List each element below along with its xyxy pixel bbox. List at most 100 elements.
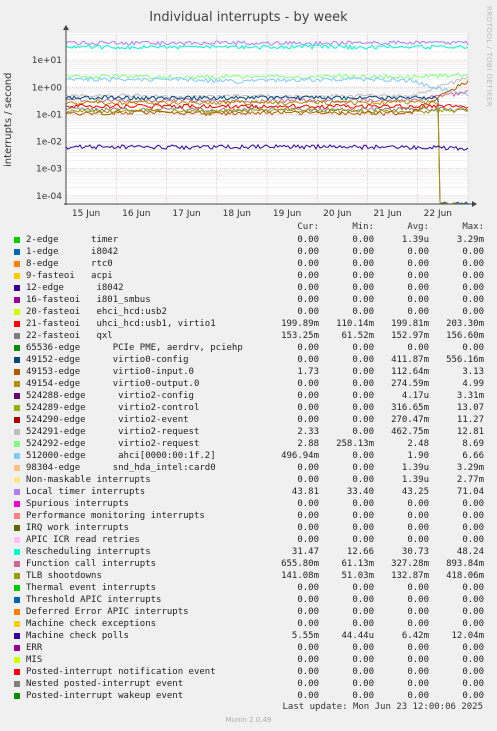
legend-swatch (14, 393, 20, 399)
y-tick-label: 1e+01 (32, 56, 62, 66)
legend-max: 3.29m (456, 235, 484, 245)
legend-cur: 0.00 (297, 391, 319, 401)
legend-cur: 0.00 (297, 655, 319, 665)
legend-cur: 0.00 (297, 511, 319, 521)
legend-cur: 0.00 (297, 403, 319, 413)
legend-swatch (14, 561, 20, 567)
legend-avg: 0.00 (407, 259, 429, 269)
legend-swatch (14, 369, 20, 375)
x-tick-label: 15 Jun (72, 209, 100, 219)
legend-cur: 0.00 (297, 271, 319, 281)
legend-swatch (14, 297, 20, 303)
legend-row: 524292-edge virtio2-request 2.88 258.13m 2.… (0, 438, 497, 450)
legend-cur: 655.80m (281, 559, 319, 569)
legend-cur: 2.33 (297, 427, 319, 437)
legend-min: 0.00 (352, 235, 374, 245)
legend-name: Posted-interrupt wakeup event (26, 691, 184, 701)
legend-name: Performance monitoring interrupts (26, 511, 205, 521)
legend-swatch (14, 693, 20, 699)
legend-name: Deferred Error APIC interrupts (26, 607, 189, 617)
legend-avg: 0.00 (407, 523, 429, 533)
legend-min: 0.00 (352, 523, 374, 533)
legend-name: 524290-edge virtio2-event (26, 415, 189, 425)
legend-swatch (14, 465, 20, 471)
legend-max: 2.77m (456, 475, 484, 485)
legend-swatch (14, 537, 20, 543)
legend-swatch (14, 333, 20, 339)
legend-row: 16-fasteoi i801_smbus 0.00 0.00 0.00 0.00 (0, 294, 497, 306)
legend-max: 0.00 (462, 499, 484, 509)
legend-cur: 0.00 (297, 379, 319, 389)
legend-min: 0.00 (352, 427, 374, 437)
legend-swatch (14, 609, 20, 615)
munin-version: Munin 2.0.49 (225, 716, 272, 724)
legend-row: Machine check polls 5.55m 44.44u 6.42m 12.04… (0, 630, 497, 642)
legend-swatch (14, 273, 20, 279)
legend-row: Non-maskable interrupts 0.00 0.00 1.39u 2.77… (0, 474, 497, 486)
legend-min: 0.00 (352, 307, 374, 317)
legend-name: 98304-edge snd_hda_intel:card0 (26, 463, 216, 473)
legend-name: 65536-edge PCIe PME, aerdrv, pciehp (26, 343, 243, 353)
legend-name: 49154-edge virtio0-output.0 (26, 379, 200, 389)
legend-cur: 0.00 (297, 523, 319, 533)
x-tick-label: 20 Jun (323, 209, 351, 219)
legend-avg: 411.87m (391, 355, 429, 365)
legend-name: 21-fasteoi uhci_hcd:usb1, virtio1 (26, 319, 216, 329)
legend-cur: 0.00 (297, 235, 319, 245)
legend-name: 512000-edge ahci[0000:00:1f.2] (26, 451, 216, 461)
legend-row: 49154-edge virtio0-output.0 0.00 0.00 274.5… (0, 378, 497, 390)
legend-name: 524291-edge virtio2-request (26, 427, 200, 437)
legend-avg: 0.00 (407, 679, 429, 689)
legend-min: 0.00 (352, 475, 374, 485)
legend-max: 0.00 (462, 607, 484, 617)
legend-name: 12-edge i8042 (26, 283, 124, 293)
legend-max: 556.16m (446, 355, 484, 365)
legend-row: 524288-edge virtio2-config 0.00 0.00 4.17u 3… (0, 390, 497, 402)
legend-row: 65536-edge PCIe PME, aerdrv, pciehp 0.00 0… (0, 342, 497, 354)
legend-cur: 496.94m (281, 451, 319, 461)
legend-row: 9-fasteoi acpi 0.00 0.00 0.00 0.00 (0, 270, 497, 282)
legend-swatch (14, 405, 20, 411)
legend-cur: 141.08m (281, 571, 319, 581)
legend-cur: 0.00 (297, 499, 319, 509)
legend-row: 21-fasteoi uhci_hcd:usb1, virtio1 199.89m… (0, 318, 497, 330)
legend-row: TLB shootdowns 141.08m 51.03m 132.87m 418.06… (0, 570, 497, 582)
legend-max: 0.00 (462, 343, 484, 353)
legend-avg: 0.00 (407, 607, 429, 617)
legend-min: 0.00 (352, 367, 374, 377)
legend-row: Posted-interrupt wakeup event 0.00 0.00 0.0… (0, 690, 497, 702)
legend-avg: 0.00 (407, 535, 429, 545)
legend-max: 48.24 (456, 547, 484, 557)
legend-row: 49153-edge virtio0-input.0 1.73 0.00 112.64… (0, 366, 497, 378)
legend-swatch (14, 417, 20, 423)
legend-min: 0.00 (352, 259, 374, 269)
legend-swatch (14, 285, 20, 291)
legend-row: 98304-edge snd_hda_intel:card0 0.00 0.00 1.… (0, 462, 497, 474)
y-axis-arrow (63, 25, 69, 30)
legend-max: 0.00 (462, 511, 484, 521)
legend-min: 0.00 (352, 247, 374, 257)
legend-swatch (14, 597, 20, 603)
header-avg: Avg: (407, 222, 429, 232)
legend-cur: 199.89m (281, 319, 319, 329)
legend-name: Thermal event interrupts (26, 583, 157, 593)
legend-min: 0.00 (352, 391, 374, 401)
legend-max: 0.00 (462, 283, 484, 293)
legend-row: 20-fasteoi ehci_hcd:usb2 0.00 0.00 0.00 0.00 (0, 306, 497, 318)
legend-row: Thermal event interrupts 0.00 0.00 0.00 0.00 (0, 582, 497, 594)
legend-name: 20-fasteoi ehci_hcd:usb2 (26, 307, 167, 317)
legend-swatch (14, 585, 20, 591)
legend-max: 13.07 (456, 403, 484, 413)
legend-name: Threshold APIC interrupts (26, 595, 162, 605)
legend-avg: 1.39u (401, 235, 429, 245)
legend-max: 11.27 (456, 415, 484, 425)
legend-max: 203.30m (446, 319, 484, 329)
legend-row: Local timer interrupts 43.81 33.40 43.25 71.… (0, 486, 497, 498)
legend-swatch (14, 657, 20, 663)
legend-max: 0.00 (462, 619, 484, 629)
legend-avg: 0.00 (407, 619, 429, 629)
legend-cur: 0.00 (297, 283, 319, 293)
legend-name: Local timer interrupts (26, 487, 146, 497)
y-tick-label: 1e-02 (36, 138, 62, 148)
legend-min: 0.00 (352, 415, 374, 425)
